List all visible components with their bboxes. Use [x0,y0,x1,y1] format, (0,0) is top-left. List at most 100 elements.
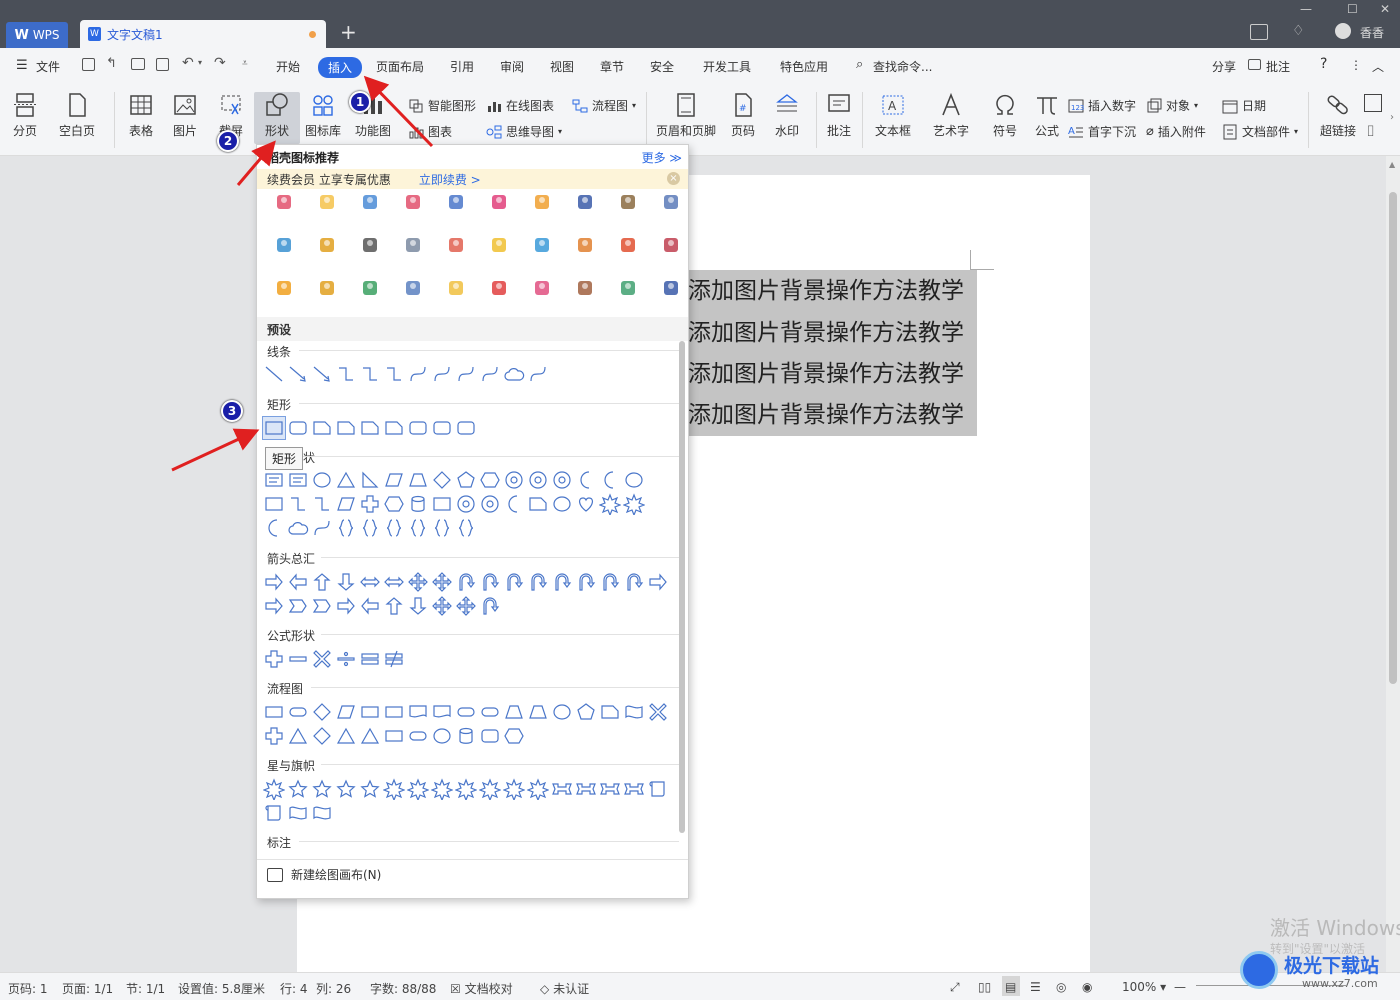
shape-option[interactable] [335,469,357,491]
shape-option[interactable] [647,701,669,723]
recommended-icon[interactable] [359,191,381,213]
print-icon[interactable] [131,58,145,70]
redo-icon[interactable]: ↷ [214,55,226,71]
cross-reference-icon[interactable] [1364,94,1382,112]
shape-option[interactable] [623,571,645,593]
shape-option[interactable] [503,493,525,515]
certification-status[interactable]: ◇ 未认证 [540,980,589,997]
recommended-icon[interactable] [273,277,295,299]
shape-option[interactable] [431,778,453,800]
status-section[interactable]: 节: 1/1 [126,980,165,997]
shape-option[interactable] [287,648,309,670]
fullscreen-icon[interactable]: ⤢ [950,980,960,995]
recommended-icon[interactable] [617,234,639,256]
shape-option[interactable] [503,701,525,723]
shape-option[interactable] [431,417,453,439]
shape-option[interactable] [479,701,501,723]
shape-option[interactable] [479,571,501,593]
shape-option[interactable] [287,363,309,385]
more-link[interactable]: 更多 ≫ [642,149,682,166]
shape-option[interactable] [479,363,501,385]
shape-option[interactable] [263,778,285,800]
menu-developer[interactable]: 开发工具 [703,58,751,75]
shape-option[interactable] [527,363,549,385]
blank-page-button[interactable]: 空白页 [54,92,100,139]
shape-option[interactable] [551,571,573,593]
shape-option[interactable] [383,517,405,539]
shape-option[interactable] [383,469,405,491]
shape-option[interactable] [383,363,405,385]
recommended-icon[interactable] [445,234,467,256]
shape-option[interactable] [263,493,285,515]
shape-option[interactable] [311,648,333,670]
status-col[interactable]: 列: 26 [316,980,351,997]
shape-option[interactable] [551,778,573,800]
shape-option[interactable] [575,493,597,515]
shape-option[interactable] [383,571,405,593]
shape-option[interactable] [263,701,285,723]
shape-option[interactable] [335,648,357,670]
share-button[interactable]: 分享 [1212,58,1236,75]
shape-option[interactable] [287,493,309,515]
shape-option[interactable] [287,417,309,439]
shape-option[interactable] [407,363,429,385]
recommended-icon[interactable] [445,277,467,299]
recommended-icon[interactable] [402,234,424,256]
maximize-icon[interactable]: ☐ [1347,2,1358,16]
shape-option[interactable] [407,417,429,439]
shape-option[interactable] [359,469,381,491]
shape-option[interactable] [287,725,309,747]
shape-option[interactable] [455,571,477,593]
shape-option[interactable] [527,701,549,723]
table-button[interactable]: 表格 [120,92,162,139]
recommended-icon[interactable] [402,191,424,213]
close-window-icon[interactable]: ✕ [1380,2,1390,16]
shape-option[interactable] [575,469,597,491]
shape-option[interactable] [311,517,333,539]
shape-option[interactable] [551,469,573,491]
menu-review[interactable]: 审阅 [500,58,524,75]
shape-option[interactable] [311,725,333,747]
shape-option[interactable] [431,725,453,747]
shape-option[interactable] [455,469,477,491]
customize-toolbar-icon[interactable]: ⩡ [242,58,248,69]
status-row[interactable]: 行: 4 [280,980,308,997]
shape-option[interactable] [287,595,309,617]
recommended-icon[interactable] [574,234,596,256]
recommended-icon[interactable] [531,234,553,256]
recommended-icon[interactable] [617,191,639,213]
shape-option[interactable] [311,493,333,515]
shape-option[interactable] [335,571,357,593]
shape-option[interactable] [479,469,501,491]
shape-option[interactable] [311,417,333,439]
shape-option[interactable] [311,595,333,617]
shape-option[interactable] [263,363,285,385]
help-icon[interactable]: ? [1320,56,1327,72]
shape-option[interactable] [431,493,453,515]
shape-option[interactable] [359,493,381,515]
shape-option[interactable] [599,493,621,515]
insert-comment-button[interactable]: 批注 [818,92,860,139]
recommended-icon[interactable] [402,277,424,299]
bookmark-icon[interactable]: ⌷ [1366,122,1375,140]
shape-option[interactable] [455,517,477,539]
shape-option[interactable] [551,701,573,723]
shape-option[interactable] [359,778,381,800]
shape-option[interactable] [407,493,429,515]
recommended-icon[interactable] [531,191,553,213]
shape-option[interactable] [263,802,285,824]
recommended-icon[interactable] [359,234,381,256]
shape-option[interactable] [287,701,309,723]
online-chart-button[interactable]: 在线图表 [486,97,554,114]
new-tab-button[interactable]: + [340,22,357,42]
recommended-icon[interactable] [488,191,510,213]
document-text-line[interactable]: 添加图片背景操作方法教学 [686,394,977,436]
page-break-button[interactable]: 分页 [4,92,46,139]
smart-shape-button[interactable]: 智能图形 [408,97,476,114]
recommended-icon[interactable] [660,277,682,299]
shape-button[interactable]: 形状 [256,92,298,139]
shape-option[interactable] [431,595,453,617]
shape-option[interactable] [359,417,381,439]
shape-option[interactable] [623,493,645,515]
shape-option[interactable] [407,469,429,491]
